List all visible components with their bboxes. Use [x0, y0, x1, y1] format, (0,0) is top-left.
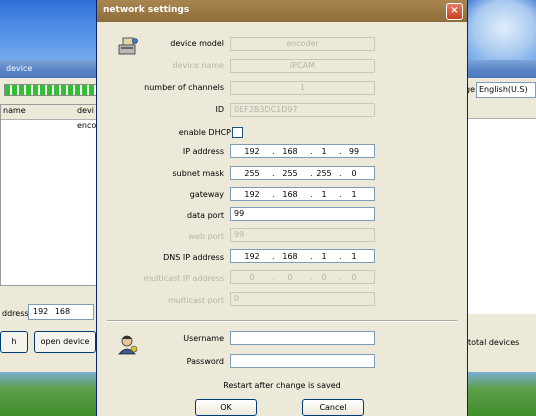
user-icon [118, 335, 138, 355]
column-name-header[interactable]: name [3, 106, 26, 115]
device-model-label: device model [170, 39, 224, 48]
total-devices-label: total devices [468, 338, 520, 347]
ip-dot: . [272, 147, 275, 156]
gateway-octet[interactable]: 168 [277, 189, 303, 200]
multicast-octet: 0 [321, 273, 327, 282]
open-device-button[interactable]: open device [34, 331, 96, 353]
dialog-title: network settings [103, 5, 190, 15]
dns-ip-label: DNS IP address [163, 253, 224, 262]
web-port-label: web port [188, 232, 224, 241]
device-name-label: device name [172, 61, 224, 70]
cancel-button[interactable]: Cancel [302, 399, 364, 416]
data-port-field[interactable]: 99 [230, 207, 375, 221]
device-list-header: name devi [1, 105, 97, 120]
dialog-titlebar[interactable]: network settings × [97, 0, 467, 22]
device-icon [118, 37, 138, 55]
device-list[interactable]: name devi enco [0, 104, 98, 286]
scan-progress-bar [4, 84, 106, 96]
id-label: ID [215, 105, 224, 114]
list-item[interactable]: enco [77, 121, 96, 130]
close-button[interactable]: × [446, 3, 463, 20]
password-input[interactable] [230, 354, 375, 368]
device-detail-list[interactable] [463, 104, 536, 314]
data-port-label: data port [187, 211, 224, 220]
multicast-port-label: multicast port [168, 296, 224, 305]
multicast-octet: 0 [351, 273, 357, 282]
dhcp-checkbox[interactable] [232, 127, 243, 138]
multicast-octet: 0 [249, 273, 255, 282]
dns-ip-field[interactable]: 192 . 168 . 1 . 1 [230, 249, 375, 263]
dns-octet[interactable]: 1 [311, 251, 337, 262]
subnet-octet[interactable]: 0 [341, 168, 367, 179]
subnet-octet[interactable]: 255 [239, 168, 265, 179]
scan-progress-fill [5, 85, 105, 95]
device-model-field: encoder [230, 37, 375, 51]
ip-address-label: IP address [182, 147, 224, 156]
gateway-octet[interactable]: 192 [239, 189, 265, 200]
subnet-octet[interactable]: 255 [311, 168, 337, 179]
ip-octet[interactable]: 99 [341, 146, 367, 157]
dns-octet[interactable]: 192 [239, 251, 265, 262]
password-label: Password [186, 357, 224, 366]
id-field: 0EF2B3DC1D97 [230, 103, 375, 117]
restart-note: Restart after change is saved [223, 381, 341, 390]
username-input[interactable] [230, 331, 375, 345]
dns-octet[interactable]: 168 [277, 251, 303, 262]
separator [107, 320, 457, 322]
close-icon: × [450, 5, 459, 16]
subnet-mask-field[interactable]: 255 . 255 . 255 . 0 [230, 166, 375, 180]
channels-field: 1 [230, 81, 375, 95]
gateway-octet[interactable]: 1 [311, 189, 337, 200]
ip-dot: . [272, 169, 275, 178]
ip-octet[interactable]: 168 [277, 146, 303, 157]
address-octet: 192 [33, 307, 49, 316]
multicast-ip-field: 0 . 0 . 0 . 0 [230, 270, 375, 284]
dns-octet[interactable]: 1 [341, 251, 367, 262]
gateway-label: gateway [189, 190, 224, 199]
ok-button[interactable]: OK [195, 399, 257, 416]
address-octet: 168 [54, 307, 71, 316]
language-select[interactable]: English(U.S) [476, 82, 536, 98]
subnet-mask-label: subnet mask [172, 169, 224, 178]
ip-dot: . [272, 273, 275, 282]
ip-dot: . [272, 190, 275, 199]
search-button[interactable]: h [0, 331, 28, 353]
ip-address-field[interactable]: 192 . 168 . 1 . 99 [230, 144, 375, 158]
multicast-port-field: 0 [230, 292, 375, 306]
device-detail-header [464, 104, 536, 119]
column-device-header[interactable]: devi [77, 106, 94, 115]
web-port-field: 99 [230, 228, 375, 242]
multicast-ip-label: multicast IP address [143, 274, 224, 283]
address-label: ddress [2, 309, 29, 318]
ip-octet[interactable]: 1 [311, 146, 337, 157]
channels-label: number of channels [144, 83, 224, 92]
gateway-field[interactable]: 192 . 168 . 1 . 1 [230, 187, 375, 201]
ip-dot: . [272, 252, 275, 261]
multicast-octet: 0 [287, 273, 293, 282]
address-field[interactable]: 192 168 [28, 304, 94, 320]
dhcp-label: enable DHCP [178, 128, 231, 137]
ip-octet[interactable]: 192 [239, 146, 265, 157]
gateway-octet[interactable]: 1 [341, 189, 367, 200]
network-settings-dialog: network settings × device model encoder … [97, 0, 467, 416]
device-name-field: IPCAM [230, 59, 375, 73]
username-label: Username [183, 334, 224, 343]
subnet-octet[interactable]: 255 [277, 168, 303, 179]
